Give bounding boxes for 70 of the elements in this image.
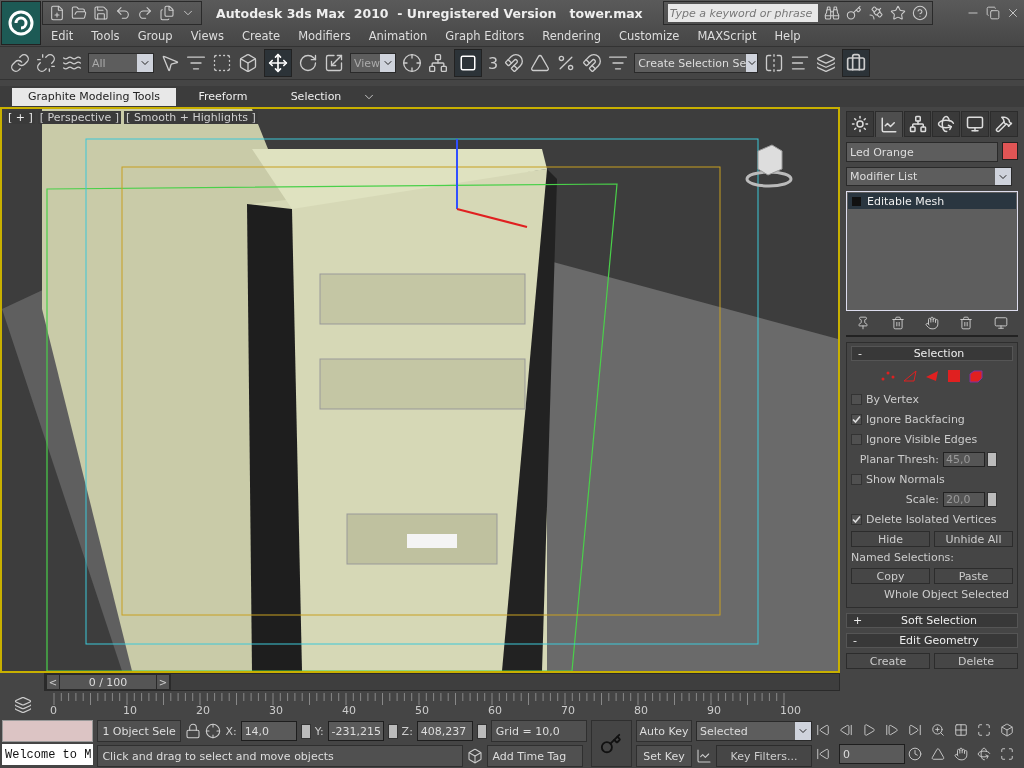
rollout-header[interactable]: + Soft Selection: [846, 613, 1018, 628]
stack-item[interactable]: Editable Mesh: [848, 193, 1016, 210]
x-label: X:: [225, 724, 237, 738]
y-coordinate-field[interactable]: -231,215: [327, 721, 384, 741]
viewport-label[interactable]: [ Perspective ]: [37, 111, 122, 124]
menu-item[interactable]: Graph Editors: [436, 29, 534, 43]
z-coordinate-field[interactable]: 408,237: [416, 721, 473, 741]
menu-item[interactable]: Help: [765, 29, 810, 43]
ribbon-tab[interactable]: Freeform: [176, 87, 270, 106]
panel-button[interactable]: Copy: [851, 568, 930, 584]
selection-status: Whole Object Selected: [884, 588, 1010, 601]
auto-key-button[interactable]: Auto Key: [636, 720, 692, 742]
panel-button[interactable]: Hide: [851, 531, 930, 547]
viewport-label[interactable]: [ Smooth + Highlights ]: [124, 111, 258, 124]
menu-item[interactable]: Rendering: [533, 29, 610, 43]
menu-item[interactable]: Group: [128, 29, 182, 43]
panel-button[interactable]: Unhide All: [934, 531, 1013, 547]
z-label: Z:: [401, 724, 413, 738]
panel-button[interactable]: Paste: [934, 568, 1013, 584]
menu-item[interactable]: Animation: [359, 29, 437, 43]
key-mode-dropdown[interactable]: Selected: [696, 721, 812, 741]
spinner-label: Planar Thresh:: [859, 452, 939, 466]
checkbox-label: Ignore Backfacing: [866, 412, 965, 426]
x-coordinate-field[interactable]: 14,0: [240, 721, 297, 741]
frame-label: 100: [780, 704, 801, 717]
rollout-header[interactable]: - Selection: [851, 346, 1013, 361]
snap-label: 3: [488, 53, 499, 73]
checkbox-label: Delete Isolated Vertices: [866, 512, 997, 526]
frame-label: 20: [196, 704, 210, 717]
selection-count: 1 Object Sele: [97, 720, 182, 742]
checkbox-label: By Vertex: [866, 392, 919, 406]
rollout-header[interactable]: - Edit Geometry: [846, 633, 1018, 648]
named-selections-label: Named Selections:: [851, 551, 956, 564]
search-field[interactable]: Type a keyword or phrase: [667, 4, 818, 22]
checkbox-label: Show Normals: [866, 472, 945, 486]
menu-item[interactable]: Views: [181, 29, 233, 43]
add-time-tag[interactable]: Add Time Tag: [487, 745, 584, 767]
panel-button[interactable]: Create: [846, 653, 930, 669]
modifier-list-dropdown[interactable]: Modifier List: [846, 167, 1012, 187]
frame-label: 50: [415, 704, 429, 717]
spinner-label: Scale:: [905, 492, 939, 506]
menu-item[interactable]: Modifiers: [289, 29, 360, 43]
set-key-button[interactable]: Set Key: [636, 745, 692, 767]
viewport-label[interactable]: [ + ]: [6, 111, 35, 124]
current-frame-field[interactable]: 0: [839, 744, 905, 765]
track-bar[interactable]: 0 10 20 30 40 50 60 70 80 90 100: [46, 691, 818, 719]
y-label: Y:: [314, 724, 324, 738]
window-title: Autodesk 3ds Max 2010 - Unregistered Version tower.max: [216, 5, 643, 21]
named-selection-dropdown[interactable]: Create Selection Se: [634, 53, 759, 74]
maxscript-output[interactable]: Welcome to M: [2, 744, 94, 765]
menu-item[interactable]: Tools: [82, 29, 129, 43]
frame-label: 0: [50, 704, 57, 717]
panel-button[interactable]: Delete: [934, 653, 1018, 669]
ribbon-tab[interactable]: Selection: [270, 87, 362, 106]
ribbon-tab[interactable]: Graphite Modeling Tools: [12, 87, 176, 106]
menu-item[interactable]: Create: [232, 29, 290, 43]
menu-item[interactable]: MAXScript: [688, 29, 766, 43]
checkbox-label: Ignore Visible Edges: [866, 432, 978, 446]
frame-label: 40: [342, 704, 356, 717]
grid-size: Grid = 10,0: [490, 720, 587, 742]
menu-item[interactable]: Edit: [42, 29, 83, 43]
frame-label: 70: [561, 704, 575, 717]
frame-label: 60: [488, 704, 502, 717]
menu-item[interactable]: Customize: [610, 29, 689, 43]
frame-label: 80: [634, 704, 648, 717]
object-name-field[interactable]: Led Orange: [846, 142, 998, 162]
frame-label: 30: [269, 704, 283, 717]
frame-label: 10: [123, 704, 137, 717]
frame-label: 90: [707, 704, 721, 717]
key-filters-button[interactable]: Key Filters...: [716, 745, 812, 767]
